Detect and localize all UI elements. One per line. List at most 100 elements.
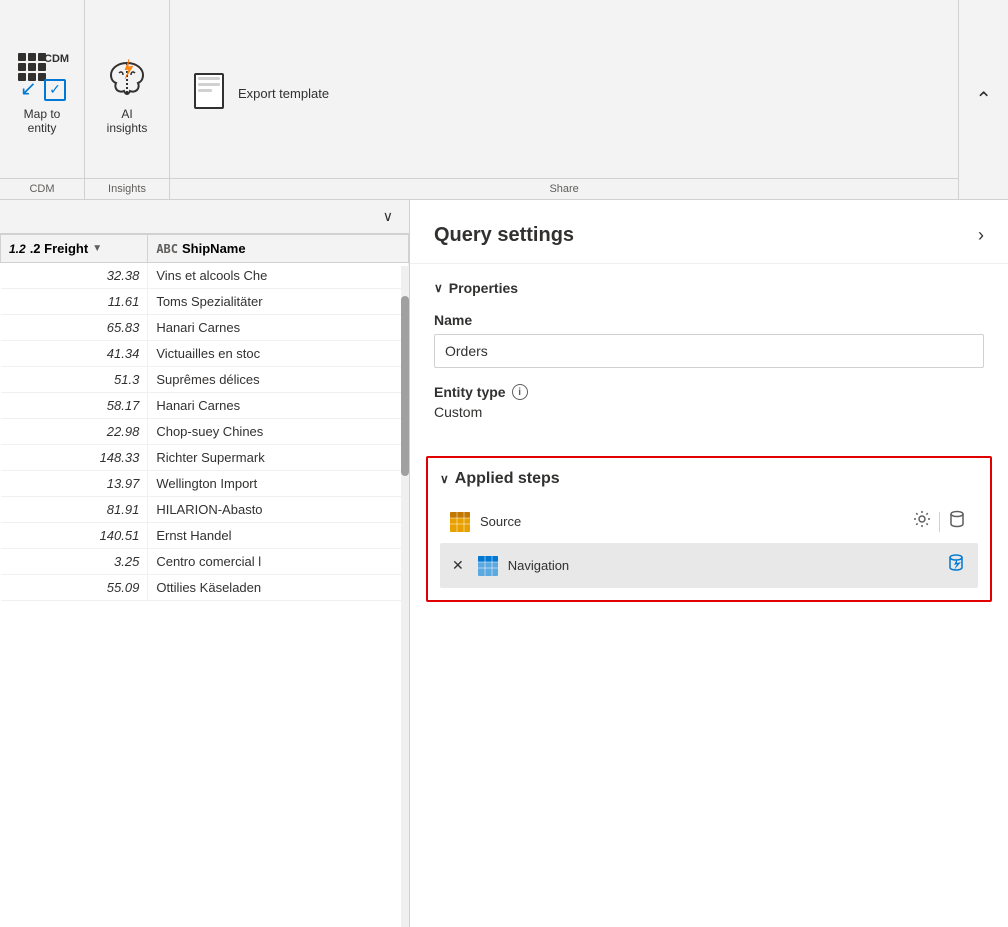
- name-field-input[interactable]: [434, 334, 984, 368]
- data-table-container: 1.2 .2 Freight ▼ ABC ShipName: [0, 234, 409, 927]
- source-settings-button[interactable]: [909, 508, 935, 535]
- ai-label: AI: [121, 107, 132, 121]
- table-row[interactable]: 13.97Wellington Import: [1, 471, 409, 497]
- step-divider: [939, 512, 940, 532]
- shipname-cell: Victuailles en stoc: [148, 341, 409, 367]
- table-row[interactable]: 11.61Toms Spezialitäter: [1, 289, 409, 315]
- scrollbar-thumb[interactable]: [401, 296, 409, 476]
- properties-chevron-icon: ∨: [434, 281, 443, 295]
- freight-cell: 41.34: [1, 341, 148, 367]
- insights-section-label: Insights: [85, 178, 169, 199]
- shipname-cell: Hanari Carnes: [148, 393, 409, 419]
- applied-steps-label: Applied steps: [455, 470, 560, 488]
- entity-type-label-text: Entity type: [434, 384, 506, 400]
- entity-type-info-icon[interactable]: i: [512, 384, 528, 400]
- table-row[interactable]: 3.25Centro comercial l: [1, 549, 409, 575]
- shipname-label: ShipName: [182, 241, 246, 256]
- name-field-label: Name: [434, 312, 984, 328]
- table-row[interactable]: 32.38Vins et alcools Che: [1, 263, 409, 289]
- freight-cell: 11.61: [1, 289, 148, 315]
- table-row[interactable]: 148.33Richter Supermark: [1, 445, 409, 471]
- navigation-data-button[interactable]: [942, 551, 970, 580]
- map-to-label1: Map to: [24, 107, 61, 121]
- chevron-down-button[interactable]: ∨: [375, 204, 401, 229]
- freight-cell: 55.09: [1, 575, 148, 601]
- freight-type-icon: 1.2: [9, 242, 26, 256]
- shipname-cell: Chop-suey Chines: [148, 419, 409, 445]
- applied-steps-section: ∨ Applied steps: [410, 456, 1008, 618]
- table-row[interactable]: 55.09Ottilies Käseladen: [1, 575, 409, 601]
- toolbar-cdm-section: CDM ↙ ✓ Map to entity CDM: [0, 0, 85, 199]
- freight-column-header[interactable]: 1.2 .2 Freight ▼: [1, 235, 148, 263]
- table-row[interactable]: 58.17Hanari Carnes: [1, 393, 409, 419]
- shipname-cell: Suprêmes délices: [148, 367, 409, 393]
- shipname-cell: Hanari Carnes: [148, 315, 409, 341]
- brain-icon: [105, 55, 149, 99]
- entity-type-label-row: Entity type i: [434, 384, 984, 400]
- query-settings-expand-button[interactable]: ›: [978, 225, 984, 246]
- map-to-entity-button[interactable]: CDM ↙ ✓ Map to entity: [0, 8, 84, 178]
- toolbar-collapse-button[interactable]: ⌃: [959, 0, 1008, 199]
- shipname-cell: Ottilies Käseladen: [148, 575, 409, 601]
- query-settings-header: Query settings ›: [410, 200, 1008, 264]
- table-row[interactable]: 65.83Hanari Carnes: [1, 315, 409, 341]
- table-row[interactable]: 140.51Ernst Handel: [1, 523, 409, 549]
- cdm-label: CDM: [44, 53, 69, 65]
- freight-label: .2 Freight: [30, 241, 89, 256]
- freight-cell: 65.83: [1, 315, 148, 341]
- freight-cell: 3.25: [1, 549, 148, 575]
- properties-header[interactable]: ∨ Properties: [434, 280, 984, 296]
- scrollbar-track[interactable]: [401, 266, 409, 927]
- source-step[interactable]: Source: [440, 500, 978, 543]
- freight-cell: 58.17: [1, 393, 148, 419]
- freight-cell: 22.98: [1, 419, 148, 445]
- export-template-button[interactable]: Export template: [170, 8, 958, 178]
- left-panel: ∨ 1.2 .2 Freight ▼: [0, 200, 410, 927]
- data-table: 1.2 .2 Freight ▼ ABC ShipName: [0, 234, 409, 601]
- navigation-delete-button[interactable]: ✕: [448, 557, 468, 574]
- freight-cell: 32.38: [1, 263, 148, 289]
- right-panel: Query settings › ∨ Properties Name Entit…: [410, 200, 1008, 927]
- collapse-icon: ⌃: [975, 87, 992, 112]
- export-doc-icon: [194, 73, 230, 113]
- navigation-step-icon: [476, 554, 500, 578]
- navigation-step-actions: [942, 551, 970, 580]
- table-row[interactable]: 81.91HILARION-Abasto: [1, 497, 409, 523]
- freight-cell: 148.33: [1, 445, 148, 471]
- freight-cell: 140.51: [1, 523, 148, 549]
- left-panel-header: ∨: [0, 200, 409, 234]
- table-row[interactable]: 41.34Victuailles en stoc: [1, 341, 409, 367]
- source-step-icon: [448, 510, 472, 534]
- entity-type-value: Custom: [434, 404, 984, 420]
- shipname-cell: Vins et alcools Che: [148, 263, 409, 289]
- toolbar: CDM ↙ ✓ Map to entity CDM: [0, 0, 1008, 200]
- ai-insights-button[interactable]: AI insights: [85, 8, 169, 178]
- main-content: ∨ 1.2 .2 Freight ▼: [0, 200, 1008, 927]
- properties-label: Properties: [449, 280, 518, 296]
- applied-steps-chevron-icon: ∨: [440, 472, 449, 486]
- source-data-button[interactable]: [944, 508, 970, 535]
- toolbar-share-section: Export template Share: [170, 0, 959, 199]
- shipname-cell: Richter Supermark: [148, 445, 409, 471]
- applied-steps-header[interactable]: ∨ Applied steps: [440, 470, 978, 488]
- database-icon: [948, 510, 966, 528]
- navigation-step[interactable]: ✕ Navigation: [440, 543, 978, 588]
- table-row[interactable]: 22.98Chop-suey Chines: [1, 419, 409, 445]
- freight-dropdown-icon[interactable]: ▼: [92, 243, 102, 254]
- query-settings-title: Query settings: [434, 224, 574, 247]
- export-template-label: Export template: [238, 86, 329, 101]
- shipname-cell: HILARION-Abasto: [148, 497, 409, 523]
- cdm-section-label: CDM: [0, 178, 84, 199]
- shipname-column-header[interactable]: ABC ShipName: [148, 235, 409, 263]
- source-step-label: Source: [480, 514, 901, 529]
- freight-cell: 81.91: [1, 497, 148, 523]
- source-step-actions: [909, 508, 970, 535]
- table-row[interactable]: 51.3Suprêmes délices: [1, 367, 409, 393]
- gear-icon: [913, 510, 931, 528]
- lightning-database-icon: [946, 553, 966, 573]
- properties-section: ∨ Properties Name Entity type i Custom: [410, 264, 1008, 456]
- shipname-cell: Wellington Import: [148, 471, 409, 497]
- abc-icon: ABC: [156, 242, 178, 256]
- freight-cell: 13.97: [1, 471, 148, 497]
- toolbar-insights-section: AI insights Insights: [85, 0, 170, 199]
